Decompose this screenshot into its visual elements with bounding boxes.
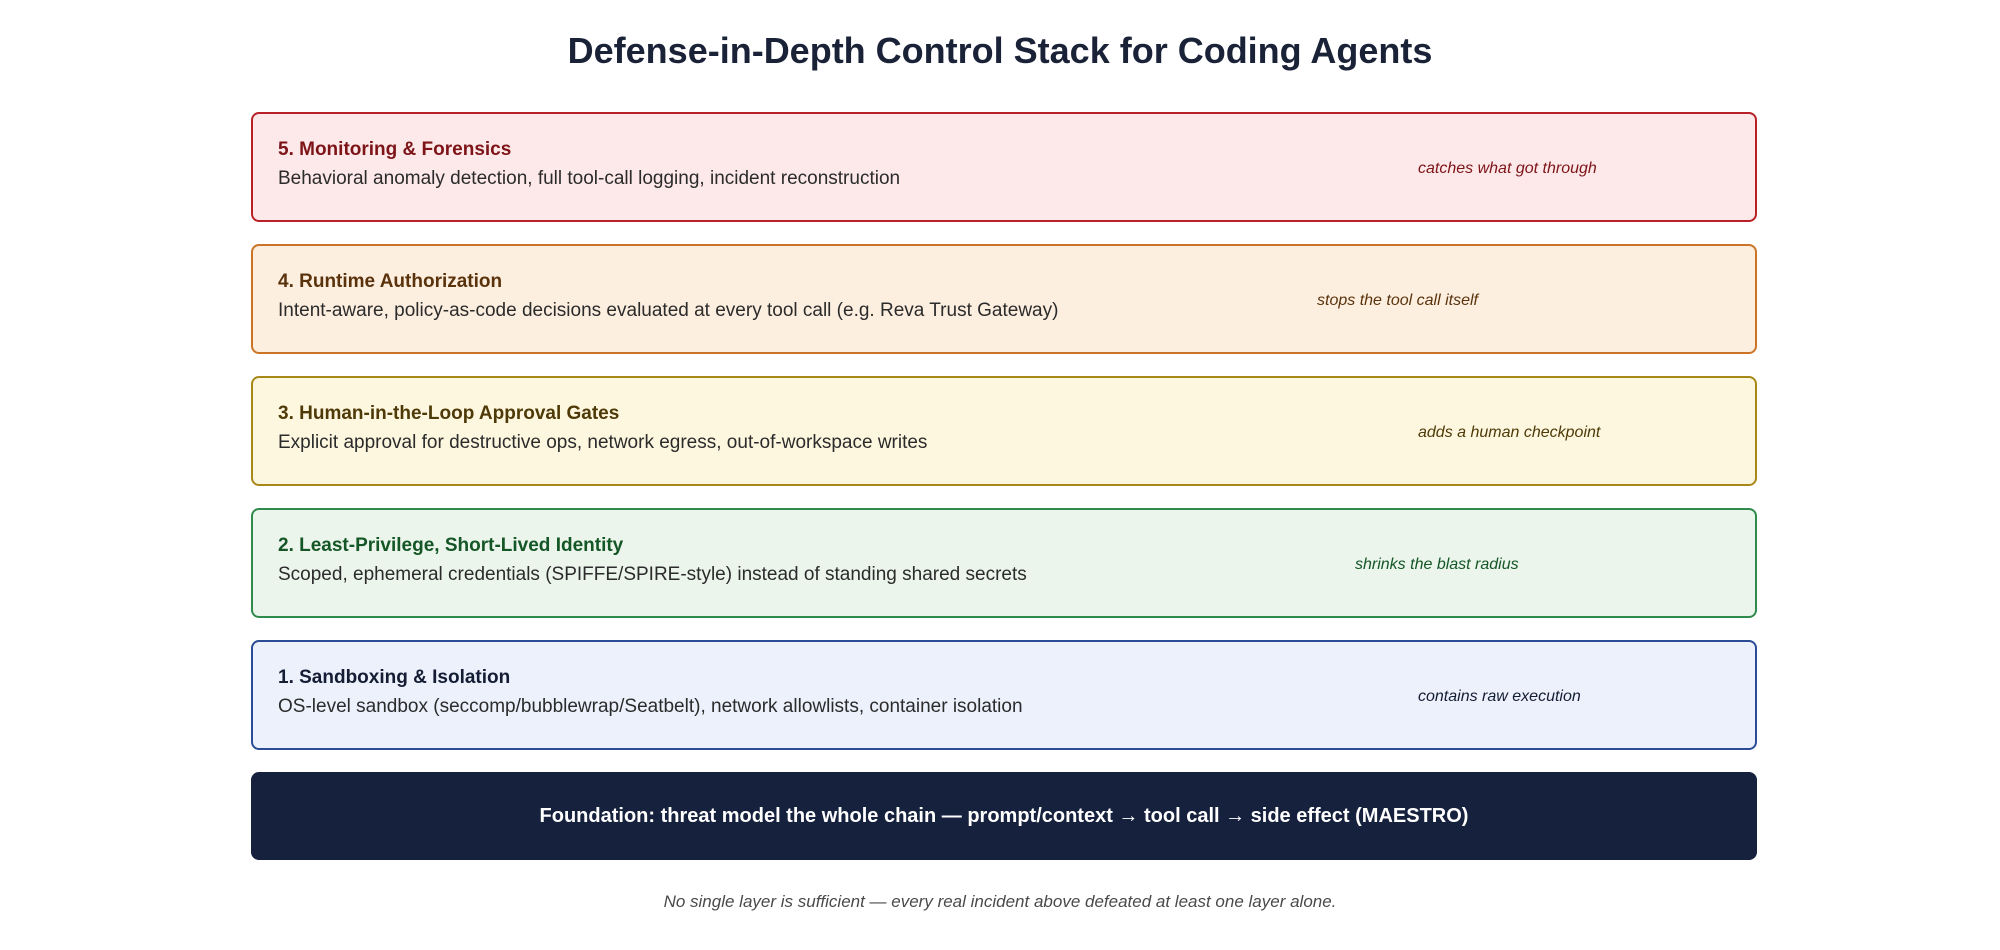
layer-note: shrinks the blast radius <box>1355 556 1519 573</box>
layer-least-privilege-identity: 2. Least-Privilege, Short-Lived Identity… <box>251 508 1757 618</box>
layer-description: Explicit approval for destructive ops, n… <box>278 432 928 453</box>
diagram-title: Defense-in-Depth Control Stack for Codin… <box>567 30 1433 71</box>
layer-name: 1. Sandboxing & Isolation <box>278 667 511 688</box>
layer-note: catches what got through <box>1418 160 1597 177</box>
layer-name: 4. Runtime Authorization <box>278 271 503 292</box>
layer-note: contains raw execution <box>1418 688 1581 705</box>
footnote: No single layer is sufficient — every re… <box>663 892 1337 911</box>
layer-human-approval-gates: 3. Human-in-the-Loop Approval Gates Expl… <box>251 376 1757 486</box>
diagram-canvas: Defense-in-Depth Control Stack for Codin… <box>0 0 2000 950</box>
layer-name: 3. Human-in-the-Loop Approval Gates <box>278 403 620 424</box>
layer-note: adds a human checkpoint <box>1418 424 1601 441</box>
layer-description: Intent-aware, policy-as-code decisions e… <box>278 300 1059 321</box>
layer-description: Scoped, ephemeral credentials (SPIFFE/SP… <box>278 564 1027 585</box>
layer-sandboxing-isolation: 1. Sandboxing & Isolation OS-level sandb… <box>251 640 1757 750</box>
layer-monitoring-forensics: 5. Monitoring & Forensics Behavioral ano… <box>251 112 1757 222</box>
foundation-text: Foundation: threat model the whole chain… <box>539 804 1469 827</box>
layer-description: Behavioral anomaly detection, full tool-… <box>278 168 901 189</box>
foundation-bar: Foundation: threat model the whole chain… <box>251 772 1757 860</box>
layer-name: 2. Least-Privilege, Short-Lived Identity <box>278 535 624 556</box>
layer-name: 5. Monitoring & Forensics <box>278 139 512 160</box>
layer-runtime-authorization: 4. Runtime Authorization Intent-aware, p… <box>251 244 1757 354</box>
layer-description: OS-level sandbox (seccomp/bubblewrap/Sea… <box>278 696 1023 717</box>
layer-note: stops the tool call itself <box>1317 292 1478 309</box>
